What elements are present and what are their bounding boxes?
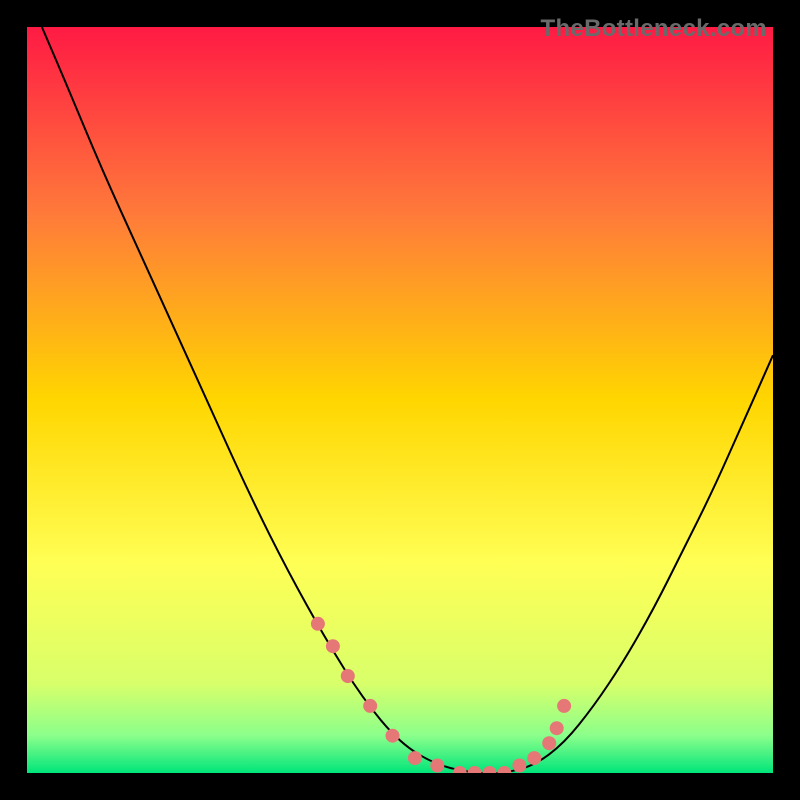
highlight-dot	[542, 736, 556, 750]
bottleneck-chart	[27, 27, 773, 773]
highlight-dot	[512, 759, 526, 773]
highlight-dot	[326, 639, 340, 653]
gradient-background	[27, 27, 773, 773]
highlight-dot	[550, 721, 564, 735]
chart-frame: TheBottleneck.com	[15, 15, 785, 785]
highlight-dot	[386, 729, 400, 743]
watermark-text: TheBottleneck.com	[541, 15, 767, 43]
plot-area	[27, 27, 773, 773]
highlight-dot	[311, 617, 325, 631]
highlight-dot	[430, 759, 444, 773]
highlight-dot	[341, 669, 355, 683]
highlight-dot	[408, 751, 422, 765]
highlight-dot	[363, 699, 377, 713]
highlight-dot	[527, 751, 541, 765]
highlight-dot	[557, 699, 571, 713]
